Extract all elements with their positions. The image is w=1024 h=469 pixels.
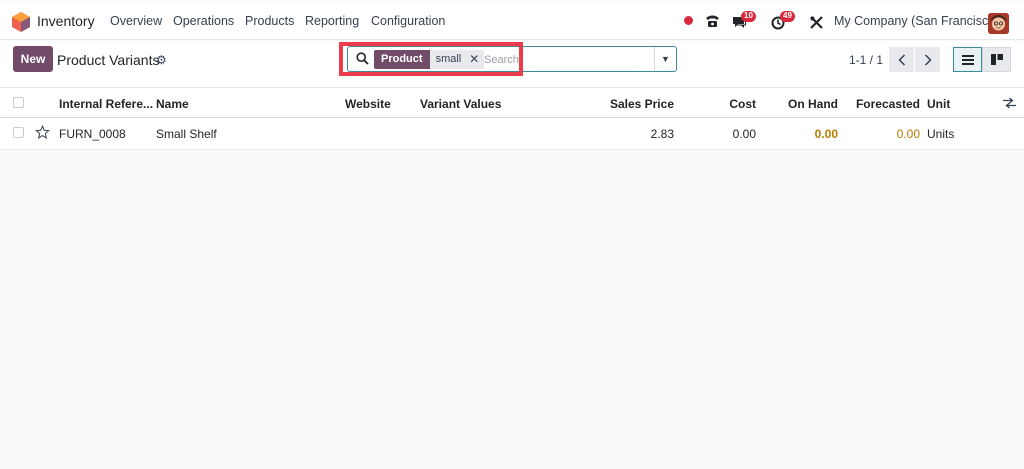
inventory-app-icon[interactable] xyxy=(12,12,30,32)
gear-icon[interactable]: ⚙ xyxy=(156,53,167,67)
menu-operations[interactable]: Operations xyxy=(173,14,234,28)
control-panel: New Product Variants ⚙ Product small ✕ ▼… xyxy=(0,41,1024,87)
row-checkbox[interactable] xyxy=(13,127,24,138)
cell-unit: Units xyxy=(927,127,955,141)
kanban-view-button[interactable] xyxy=(982,47,1011,72)
user-avatar[interactable] xyxy=(988,13,1009,34)
menu-overview[interactable]: Overview xyxy=(110,14,162,28)
cell-on-hand: 0.00 xyxy=(814,127,838,141)
col-name[interactable]: Name xyxy=(156,97,189,111)
menu-configuration[interactable]: Configuration xyxy=(371,14,445,28)
top-navbar: Inventory Overview Operations Products R… xyxy=(0,3,1024,40)
product-variants-list: Internal Refere... Name Website Variant … xyxy=(0,87,1024,150)
search-highlight-box xyxy=(339,42,523,76)
pager-value[interactable]: 1-1 / 1 xyxy=(849,53,883,67)
chevron-left-icon xyxy=(897,53,905,66)
app-name[interactable]: Inventory xyxy=(37,13,95,29)
page-title: Product Variants xyxy=(57,52,160,68)
messages-count-badge: 10 xyxy=(741,11,756,22)
cell-internal-reference: FURN_0008 xyxy=(59,127,126,141)
search-options-toggle[interactable]: ▼ xyxy=(654,47,676,71)
pager-next-button[interactable] xyxy=(915,47,940,72)
menu-reporting[interactable]: Reporting xyxy=(305,14,359,28)
cell-sales-price: 2.83 xyxy=(650,127,674,141)
list-view-icon xyxy=(961,54,974,65)
optional-columns-icon[interactable] xyxy=(1003,97,1016,109)
phone-icon[interactable] xyxy=(705,14,720,28)
col-variant-values[interactable]: Variant Values xyxy=(420,97,501,111)
table-row[interactable]: FURN_0008 Small Shelf 2.83 0.00 0.00 0.0… xyxy=(0,118,1024,150)
pager-previous-button[interactable] xyxy=(889,47,914,72)
cell-forecasted: 0.00 xyxy=(896,127,920,141)
col-on-hand[interactable]: On Hand xyxy=(788,97,838,111)
cell-cost: 0.00 xyxy=(732,127,756,141)
col-internal-reference[interactable]: Internal Refere... xyxy=(59,97,153,111)
col-forecasted[interactable]: Forecasted xyxy=(856,97,920,111)
col-unit[interactable]: Unit xyxy=(927,97,950,111)
chevron-right-icon xyxy=(924,53,932,66)
company-switcher[interactable]: My Company (San Francisco) xyxy=(834,14,999,28)
select-all-checkbox[interactable] xyxy=(13,97,24,108)
cell-name: Small Shelf xyxy=(156,127,217,141)
caret-down-icon: ▼ xyxy=(661,54,670,64)
col-website[interactable]: Website xyxy=(345,97,391,111)
col-sales-price[interactable]: Sales Price xyxy=(610,97,674,111)
debug-tools-icon[interactable] xyxy=(810,16,823,29)
favorite-star-icon[interactable] xyxy=(35,125,50,140)
col-cost[interactable]: Cost xyxy=(729,97,756,111)
list-header: Internal Refere... Name Website Variant … xyxy=(0,87,1024,118)
list-view-button[interactable] xyxy=(953,47,982,72)
recording-status-dot[interactable] xyxy=(684,16,693,25)
menu-products[interactable]: Products xyxy=(245,14,294,28)
kanban-view-icon xyxy=(990,54,1003,65)
activities-count-badge: 49 xyxy=(780,11,795,22)
new-button[interactable]: New xyxy=(13,46,53,72)
